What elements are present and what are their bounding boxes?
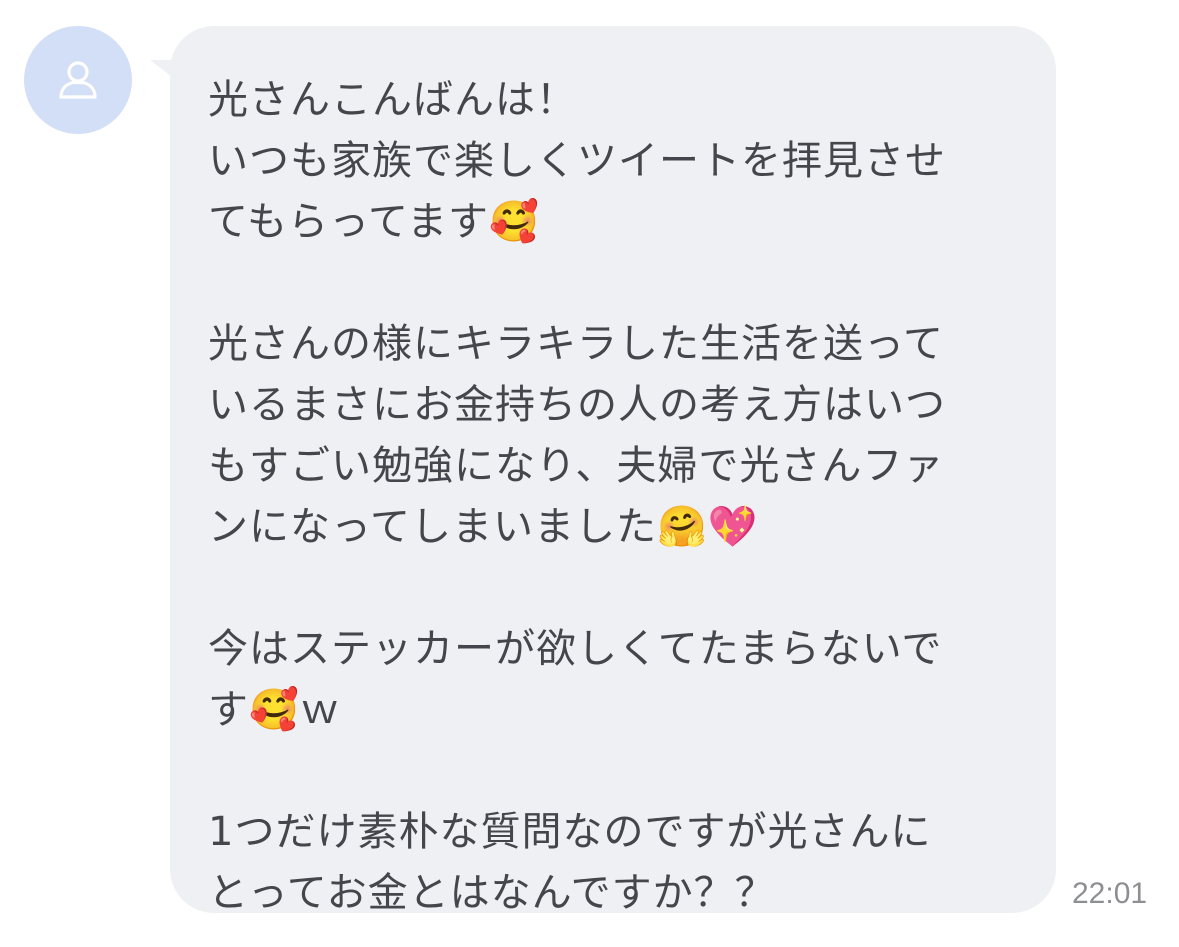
message-line: 光さんの様にキラキラした生活を送って	[208, 321, 944, 367]
message-line: ンになってしまいました🤗💖	[208, 504, 759, 550]
message-timestamp: 22:01	[1072, 877, 1148, 910]
message-line: 今はステッカーが欲しくてたまらないで	[208, 626, 943, 672]
message-paragraph-1: 光さんこんばんは！ いつも家族で楽しくツイートを拝見させ てもらってます🥰	[208, 70, 1056, 253]
message-paragraph-3: 今はステッカーが欲しくてたまらないで す🥰ｗ	[208, 619, 1056, 741]
message-paragraph-2: 光さんの様にキラキラした生活を送って いるまさにお金持ちの人の考え方はいつ もす…	[208, 314, 1056, 558]
message-line: 1つだけ素朴な質問なのですが光さんに	[208, 809, 932, 855]
person-outline-icon	[59, 61, 97, 99]
message-line: とってお金とはなんですか？？	[208, 870, 776, 916]
sender-avatar[interactable]	[24, 26, 132, 134]
message-line: いるまさにお金持ちの人の考え方はいつ	[208, 382, 946, 428]
message-line: てもらってます🥰	[208, 199, 540, 245]
message-paragraph-4: 1つだけ素朴な質問なのですが光さんに とってお金とはなんですか？？	[208, 802, 1056, 924]
message-bubble[interactable]: 光さんこんばんは！ いつも家族で楽しくツイートを拝見させ てもらってます🥰 光さ…	[170, 26, 1056, 916]
message-line: 光さんこんばんは！	[208, 77, 577, 123]
message-line: もすごい勉強になり、夫婦で光さんファ	[208, 443, 945, 489]
message-line: いつも家族で楽しくツイートを拝見させ	[208, 138, 946, 184]
message-line: す🥰ｗ	[208, 687, 341, 733]
